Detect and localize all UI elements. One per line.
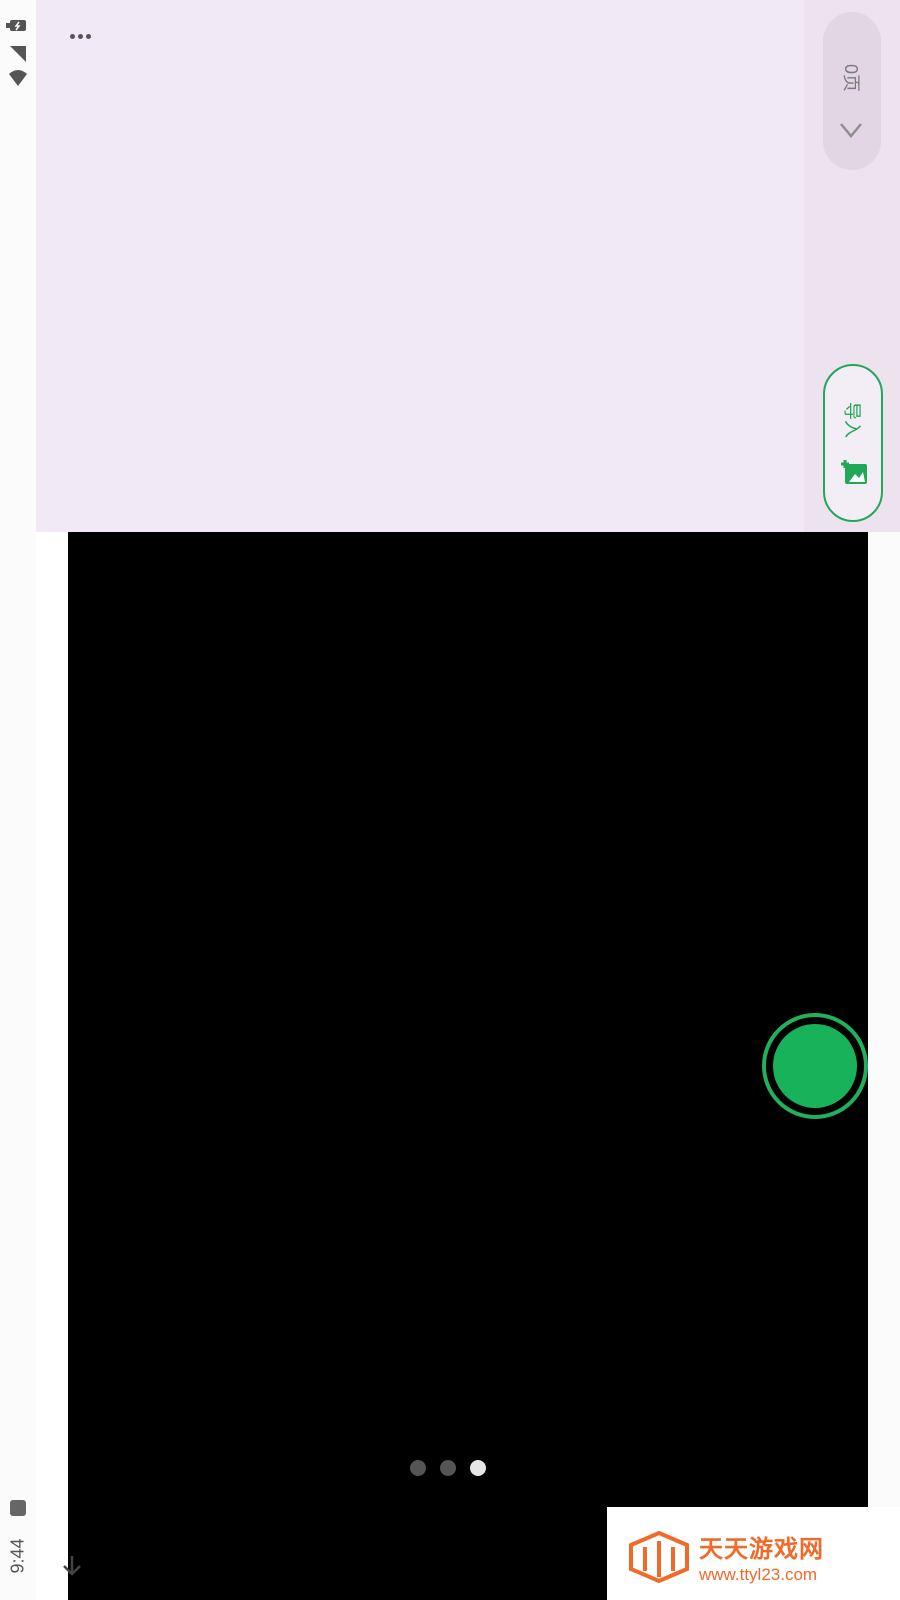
camera-viewfinder[interactable] xyxy=(68,532,868,1600)
wifi-icon xyxy=(10,46,26,62)
watermark-title: 天天游戏网 xyxy=(699,1536,824,1563)
page-dot[interactable] xyxy=(440,1460,456,1476)
status-bar: 9:44 xyxy=(0,0,36,1600)
signal-icon xyxy=(9,70,27,86)
dot xyxy=(85,33,91,39)
watermark-logo xyxy=(629,1531,689,1583)
page-dot-active[interactable] xyxy=(470,1460,486,1476)
import-label: 导入 xyxy=(842,402,862,438)
status-time: 9:44 xyxy=(7,1538,28,1574)
page-counter-button[interactable]: 0页 xyxy=(823,12,881,170)
right-edge xyxy=(868,532,900,1600)
battery-icon xyxy=(6,20,26,31)
import-button[interactable]: 导入 xyxy=(823,364,883,522)
page-dot[interactable] xyxy=(410,1460,426,1476)
page-indicator xyxy=(410,1460,486,1478)
chevron-icon xyxy=(840,123,862,138)
shutter-button[interactable] xyxy=(762,1013,868,1119)
screen: 9:44 0页 导入 天天游戏网 www.ttyl23.com xyxy=(0,0,900,1600)
page-counter-label: 0页 xyxy=(841,63,861,93)
notification-icon xyxy=(10,1500,26,1516)
watermark-url: www.ttyl23.com xyxy=(699,1565,818,1584)
dot xyxy=(77,33,83,39)
status-icons xyxy=(6,20,27,86)
shutter-icon xyxy=(773,1024,857,1108)
arrow-down-icon[interactable] xyxy=(58,1552,86,1580)
dot xyxy=(69,33,75,39)
add-image-icon xyxy=(841,460,867,484)
more-dots-icon[interactable] xyxy=(58,22,102,50)
top-panel xyxy=(36,0,900,532)
watermark: 天天游戏网 www.ttyl23.com xyxy=(607,1507,900,1600)
